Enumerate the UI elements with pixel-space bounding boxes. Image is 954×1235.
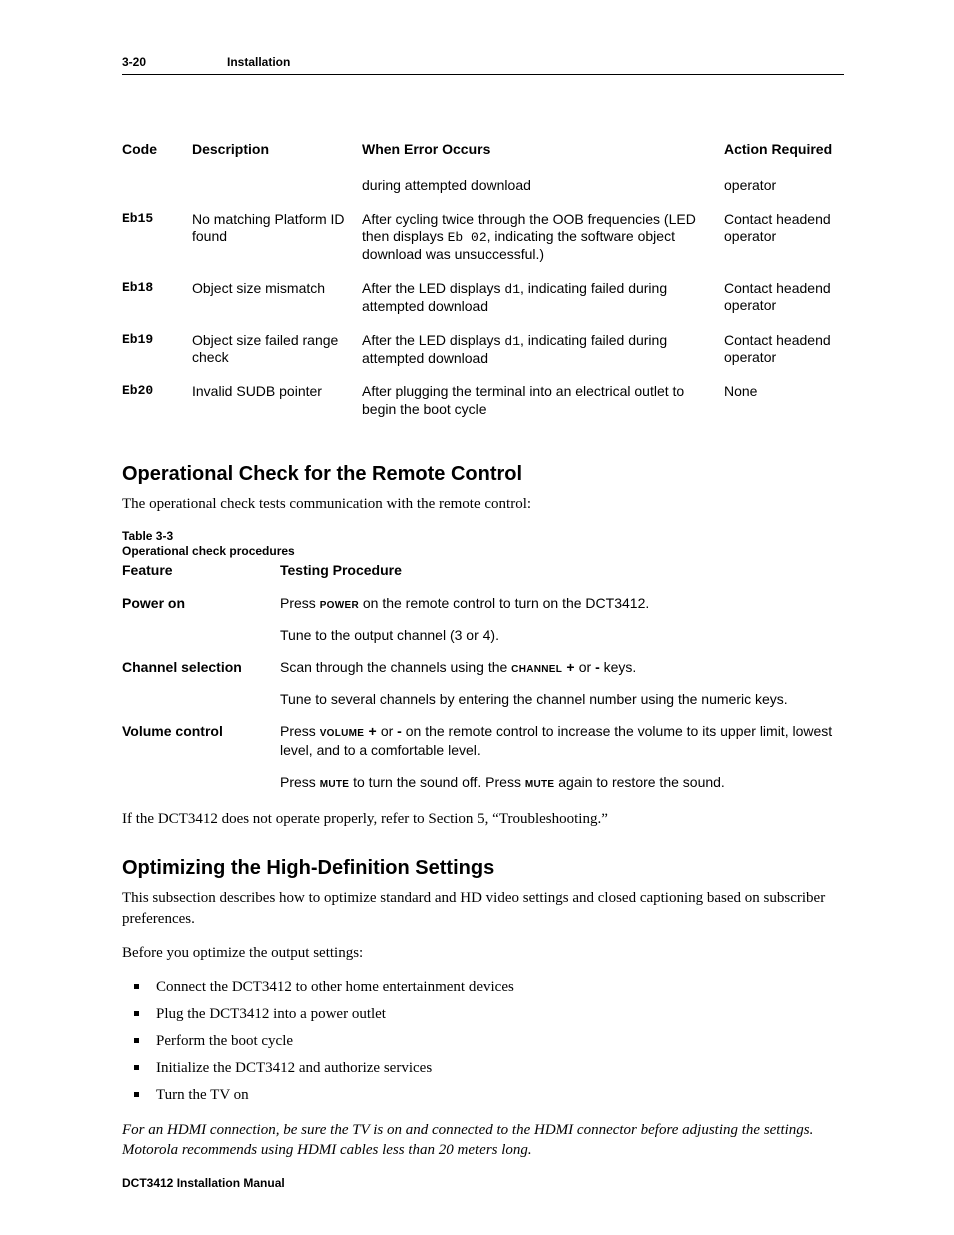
- text: again to restore the sound.: [554, 774, 724, 790]
- paragraph: If the DCT3412 does not operate properly…: [122, 809, 844, 829]
- col-header-when: When Error Occurs: [362, 135, 724, 171]
- cell-desc: No matching Platform ID found: [192, 205, 362, 274]
- bullet-list: Connect the DCT3412 to other home entert…: [122, 977, 844, 1106]
- table-row: Press mute to turn the sound off. Press …: [122, 767, 844, 799]
- cell-feature: Power on: [122, 588, 280, 620]
- code-text: Eb 02: [448, 230, 487, 245]
- cell-action: operator: [724, 171, 844, 205]
- list-item: Plug the DCT3412 into a power outlet: [122, 1004, 844, 1025]
- header-section: Installation: [227, 55, 290, 69]
- text: keys.: [600, 659, 637, 675]
- code-text: d1: [504, 334, 520, 349]
- cell-code: Eb18: [122, 274, 192, 326]
- list-item: Turn the TV on: [122, 1085, 844, 1106]
- caption-title: Operational check procedures: [122, 544, 295, 558]
- cell-code: Eb15: [122, 205, 192, 274]
- note-italic: For an HDMI connection, be sure the TV i…: [122, 1120, 844, 1161]
- cell-desc: Object size failed range check: [192, 326, 362, 378]
- table-row: Tune to several channels by entering the…: [122, 684, 844, 716]
- table-row: Volume control Press volume + or - on th…: [122, 716, 844, 766]
- cell-action: Contact headend operator: [724, 205, 844, 274]
- table-caption: Table 3-3 Operational check procedures: [122, 529, 844, 560]
- col-header-action: Action Required: [724, 135, 844, 171]
- cell-feature: Channel selection: [122, 652, 280, 684]
- cell-feature: Volume control: [122, 716, 280, 766]
- table-row: Eb15 No matching Platform ID found After…: [122, 205, 844, 274]
- cell-action: None: [724, 377, 844, 428]
- paragraph: The operational check tests communicatio…: [122, 494, 844, 514]
- document-page: 3-20 Installation Code Description When …: [0, 0, 954, 1235]
- list-item: Perform the boot cycle: [122, 1031, 844, 1052]
- cell-when: After cycling twice through the OOB freq…: [362, 205, 724, 274]
- cell-when: After the LED displays d1, indicating fa…: [362, 326, 724, 378]
- paragraph: This subsection describes how to optimiz…: [122, 888, 844, 929]
- keycap: mute: [320, 774, 350, 790]
- text: or: [575, 659, 595, 675]
- text: After the LED displays: [362, 280, 504, 296]
- section-heading-hd-settings: Optimizing the High-Definition Settings: [122, 857, 844, 880]
- text: Press: [280, 774, 320, 790]
- keycap: volume +: [320, 723, 377, 739]
- section-heading-remote-check: Operational Check for the Remote Control: [122, 463, 844, 486]
- text: to turn the sound off. Press: [349, 774, 525, 790]
- cell-when: After the LED displays d1, indicating fa…: [362, 274, 724, 326]
- cell-when: during attempted download: [362, 171, 724, 205]
- cell-code: Eb19: [122, 326, 192, 378]
- caption-number: Table 3-3: [122, 529, 173, 543]
- keycap: power: [320, 595, 359, 611]
- table-row: Channel selection Scan through the chann…: [122, 652, 844, 684]
- table-row: Eb19 Object size failed range check Afte…: [122, 326, 844, 378]
- page-footer: DCT3412 Installation Manual: [122, 1176, 285, 1190]
- cell-procedure: Press volume + or - on the remote contro…: [280, 716, 844, 766]
- table-row: Eb20 Invalid SUDB pointer After plugging…: [122, 377, 844, 428]
- text: Press: [280, 595, 320, 611]
- table-header-row: Feature Testing Procedure: [122, 560, 844, 588]
- cell-procedure: Press mute to turn the sound off. Press …: [280, 767, 844, 799]
- text: After the LED displays: [362, 332, 504, 348]
- col-header-code: Code: [122, 135, 192, 171]
- cell-procedure: Scan through the channels using the chan…: [280, 652, 844, 684]
- table-row: Power on Press power on the remote contr…: [122, 588, 844, 620]
- table-row: during attempted download operator: [122, 171, 844, 205]
- cell-action: Contact headend operator: [724, 326, 844, 378]
- col-header-description: Description: [192, 135, 362, 171]
- list-item: Connect the DCT3412 to other home entert…: [122, 977, 844, 998]
- cell-procedure: Press power on the remote control to tur…: [280, 588, 844, 620]
- page-number: 3-20: [122, 55, 227, 69]
- text: on the remote control to turn on the DCT…: [359, 595, 649, 611]
- table-header-row: Code Description When Error Occurs Actio…: [122, 135, 844, 171]
- text: Scan through the channels using the: [280, 659, 511, 675]
- cell-code: Eb20: [122, 377, 192, 428]
- cell-action: Contact headend operator: [724, 274, 844, 326]
- procedure-table: Feature Testing Procedure Power on Press…: [122, 560, 844, 799]
- cell-procedure: Tune to the output channel (3 or 4).: [280, 620, 844, 652]
- cell-desc: Invalid SUDB pointer: [192, 377, 362, 428]
- cell-when: After plugging the terminal into an elec…: [362, 377, 724, 428]
- error-codes-table: Code Description When Error Occurs Actio…: [122, 135, 844, 428]
- paragraph: Before you optimize the output settings:: [122, 943, 844, 963]
- keycap: mute: [525, 774, 555, 790]
- table-row: Tune to the output channel (3 or 4).: [122, 620, 844, 652]
- text: Press: [280, 723, 320, 739]
- col-header-feature: Feature: [122, 560, 280, 588]
- code-text: d1: [504, 282, 520, 297]
- page-header: 3-20 Installation: [122, 55, 844, 75]
- list-item: Initialize the DCT3412 and authorize ser…: [122, 1058, 844, 1079]
- cell-procedure: Tune to several channels by entering the…: [280, 684, 844, 716]
- text: or: [377, 723, 397, 739]
- col-header-procedure: Testing Procedure: [280, 560, 844, 588]
- keycap: channel +: [511, 659, 575, 675]
- cell-desc: Object size mismatch: [192, 274, 362, 326]
- table-row: Eb18 Object size mismatch After the LED …: [122, 274, 844, 326]
